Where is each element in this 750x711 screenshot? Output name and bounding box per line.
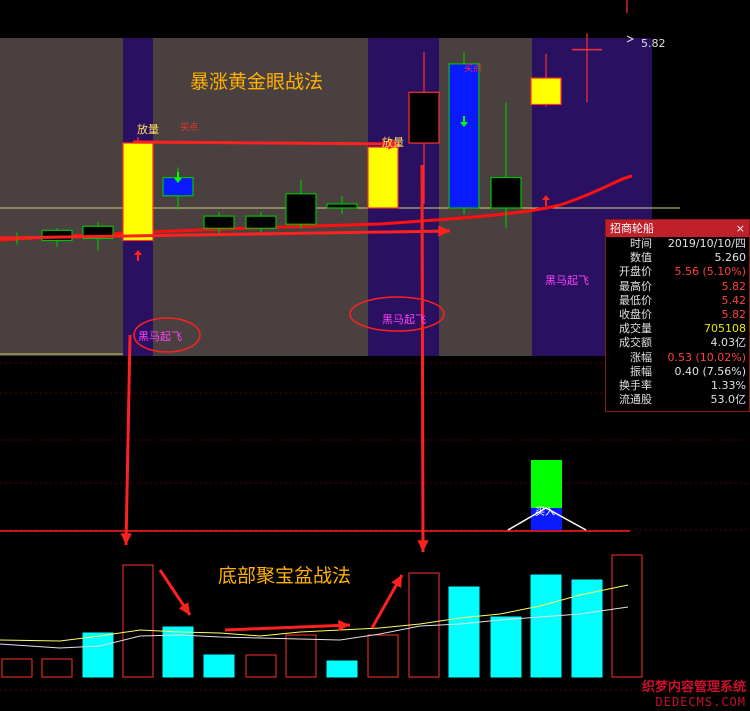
panel-row: 换手率 1.33% (606, 379, 749, 393)
heima-label-1: 黑马起飞 (138, 330, 182, 343)
arrow-down-2-head (417, 540, 429, 552)
heima-label-3: 黑马起飞 (545, 274, 589, 287)
arrow-fangliang-shaft (132, 140, 401, 146)
panel-row: 最高价 5.82 (606, 280, 749, 294)
panel-row: 振幅 0.40 (7.56%) (606, 365, 749, 379)
buy-label-1: 买点 (180, 122, 198, 133)
panel-header: 招商轮船 × (606, 220, 749, 237)
watermark-line-2: DEDECMS.COM (655, 695, 746, 709)
fangliang-label-1: 放量 (137, 122, 159, 136)
panel-row-value: 1.33% (711, 378, 746, 392)
panel-row-key: 涨幅 (630, 350, 652, 364)
candle-body-1 (41, 229, 73, 242)
candle-body-9 (367, 146, 399, 209)
candle-body-3 (122, 142, 154, 242)
candle-body-7 (285, 193, 317, 225)
panel-row: 数值 5.260 (606, 251, 749, 265)
buy-label-2: 买点 (464, 63, 482, 74)
watermark: 织梦内容管理系统 DEDECMS.COM (642, 676, 746, 709)
volume-bar-0 (1, 658, 33, 678)
volume-bar-4 (162, 626, 194, 678)
volume-bar-15 (611, 554, 643, 678)
panel-row-key: 时间 (630, 237, 652, 250)
panel-row: 最低价 5.42 (606, 294, 749, 308)
stock-info-panel[interactable]: 招商轮船 × 时间 2019/10/10/四数值 5.260 开盘价 5.56 (5.1… (605, 219, 750, 412)
candle-body-5 (203, 215, 235, 229)
volume-bar-2 (82, 632, 114, 678)
volume-bar-12 (490, 616, 522, 678)
volume-bar-6 (245, 654, 277, 678)
panel-row-value: 5.42 (721, 293, 747, 307)
panel-row-key: 成交量 (619, 322, 652, 336)
panel-row: 涨幅 0.53 (10.02%) (606, 351, 749, 365)
panel-row-value: 5.56 (5.10%) (674, 265, 746, 279)
title-top: 暴涨黄金眼战法 (190, 71, 323, 93)
panel-rows: 时间 2019/10/10/四数值 5.260 开盘价 5.56 (5.10%) 最高价 5… (606, 237, 749, 407)
volume-bar-9 (367, 634, 399, 678)
price-label: 5.82 (641, 37, 666, 50)
panel-row-value: 5.82 (721, 279, 747, 293)
panel-row-value: 2019/10/10/四 (667, 237, 746, 250)
zone-0 (0, 38, 123, 356)
panel-row: 收盘价 5.82 (606, 308, 749, 322)
heima-label-2: 黑马起飞 (382, 313, 426, 326)
panel-row-key: 收盘价 (619, 307, 652, 321)
volume-bar-11 (448, 586, 480, 678)
panel-row-value: 53.0亿 (710, 393, 747, 407)
panel-row-key: 流通股 (619, 393, 652, 407)
watermark-line-1: 织梦内容管理系统 (641, 680, 746, 695)
panel-row-value: 5.260 (714, 251, 747, 265)
panel-row: 开盘价 5.56 (5.10%) (606, 265, 749, 279)
indicator-green-bar (531, 460, 562, 508)
panel-row-key: 开盘价 (619, 265, 652, 279)
panel-row-key: 振幅 (630, 364, 652, 378)
panel-row-key: 最高价 (619, 279, 652, 293)
candle-body-10 (408, 91, 440, 144)
panel-row-key: 最低价 (619, 293, 652, 307)
panel-row-key: 成交额 (619, 336, 652, 350)
panel-row-value: 0.53 (10.02%) (667, 350, 746, 364)
panel-row-value: 0.40 (7.56%) (674, 364, 746, 378)
title-bottom: 底部聚宝盆战法 (218, 565, 351, 587)
panel-row-value: 4.03亿 (710, 336, 747, 350)
arrow-down-2-shaft (420, 164, 425, 553)
arrow-down-1-head (120, 533, 132, 545)
panel-row-value: 705108 (704, 322, 746, 336)
candle-body-13 (530, 77, 562, 106)
panel-row: 时间 2019/10/10/四 (606, 237, 749, 251)
candle-body-11 (448, 63, 480, 209)
panel-row-key: 数值 (630, 251, 652, 265)
volume-bar-1 (41, 658, 73, 678)
volume-bar-5 (203, 654, 235, 678)
volume-bar-3 (122, 564, 154, 678)
indicator-bar (507, 460, 587, 531)
close-icon[interactable]: × (736, 220, 745, 237)
candle-body-6 (245, 215, 277, 229)
arrow-down-1-shaft (124, 334, 132, 546)
panel-row-key: 换手率 (619, 378, 652, 392)
panel-row: 流通股 53.0亿 (606, 393, 749, 407)
arrow-right-shaft (224, 623, 351, 632)
panel-title: 招商轮船 (610, 222, 654, 235)
volume-bar-8 (326, 660, 358, 678)
volume-bar-13 (530, 574, 562, 678)
panel-row: 成交额 4.03亿 (606, 336, 749, 350)
candle-body-8 (326, 203, 358, 209)
indicator-label: 买入 (535, 506, 555, 518)
fangliang-label-2: 放量 (382, 135, 404, 149)
volume-bar-14 (571, 579, 603, 678)
candle-body-12 (490, 176, 522, 209)
panel-row-value: 5.82 (721, 307, 747, 321)
volume-bar-7 (285, 634, 317, 678)
panel-row: 成交量 705108 (606, 322, 749, 336)
